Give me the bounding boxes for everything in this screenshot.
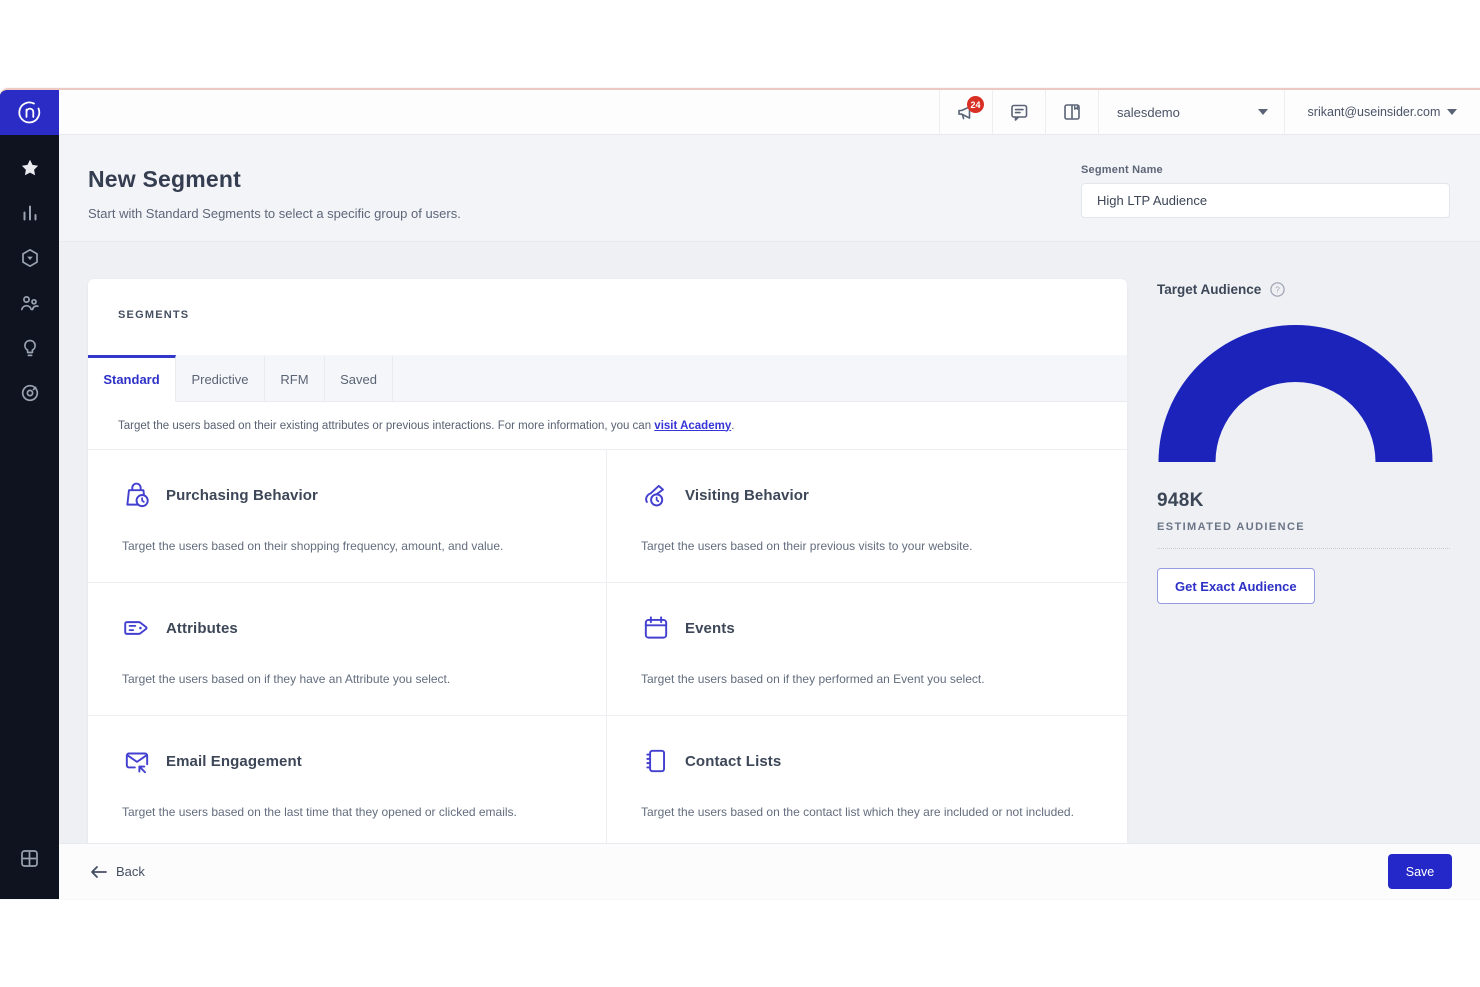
card-description: Target the users based on the contact li… bbox=[641, 802, 1093, 823]
audience-users-icon bbox=[19, 293, 40, 313]
card-description: Target the users based on if they have a… bbox=[122, 669, 572, 690]
card-title: Contact Lists bbox=[685, 753, 781, 770]
target-audience-section: Target Audience ? 948K ESTIMATED AUDIENC… bbox=[1157, 282, 1450, 604]
segments-panel-title: SEGMENTS bbox=[88, 279, 1127, 355]
contact-lists-icon bbox=[641, 746, 671, 776]
save-button[interactable]: Save bbox=[1388, 854, 1452, 889]
get-exact-audience-button[interactable]: Get Exact Audience bbox=[1157, 568, 1315, 604]
segments-tabs: Standard Predictive RFM Saved bbox=[88, 355, 1127, 402]
card-title: Attributes bbox=[166, 620, 238, 637]
ideas-lightbulb-icon bbox=[20, 338, 40, 358]
card-contact-lists[interactable]: Contact Lists Target the users based on … bbox=[607, 716, 1127, 843]
segments-panel: SEGMENTS Standard Predictive RFM Saved T… bbox=[88, 279, 1127, 843]
main-column: 24 salesdemo bbox=[59, 90, 1480, 899]
workspace-selector[interactable]: salesdemo bbox=[1098, 90, 1284, 134]
segment-name-group: Segment Name bbox=[1081, 164, 1450, 218]
segments-info-row: Target the users based on their existing… bbox=[88, 402, 1127, 450]
events-calendar-icon bbox=[641, 613, 671, 643]
card-description: Target the users based on their previous… bbox=[641, 536, 1093, 557]
purchasing-behavior-icon bbox=[122, 480, 152, 510]
announcements-button[interactable]: 24 bbox=[939, 90, 992, 134]
topbar: 24 salesdemo bbox=[59, 90, 1480, 135]
chat-icon bbox=[1008, 101, 1030, 123]
card-description: Target the users based on their shopping… bbox=[122, 536, 572, 557]
sidebar bbox=[0, 90, 59, 899]
tabs-filler bbox=[393, 355, 1127, 401]
analytics-bars-icon bbox=[20, 203, 40, 223]
insider-logo-icon bbox=[17, 100, 43, 126]
estimated-audience-value: 948K bbox=[1157, 490, 1450, 512]
sidebar-item-favorites[interactable] bbox=[12, 157, 48, 179]
sidebar-item-optimize[interactable] bbox=[12, 382, 48, 404]
visiting-behavior-icon bbox=[641, 480, 671, 510]
open-book-icon bbox=[1061, 101, 1083, 123]
card-events[interactable]: Events Target the users based on if they… bbox=[607, 583, 1127, 716]
sidebar-item-audience[interactable] bbox=[12, 292, 48, 314]
tab-predictive[interactable]: Predictive bbox=[176, 355, 265, 401]
chevron-down-icon bbox=[1258, 109, 1268, 115]
products-hexagon-icon bbox=[20, 248, 40, 268]
sidebar-item-products[interactable] bbox=[12, 247, 48, 269]
card-title: Purchasing Behavior bbox=[166, 487, 318, 504]
sidebar-item-analytics[interactable] bbox=[12, 202, 48, 224]
app-window: 24 salesdemo bbox=[0, 88, 1480, 899]
user-menu[interactable]: srikant@useinsider.com bbox=[1284, 90, 1480, 134]
help-icon[interactable]: ? bbox=[1270, 282, 1285, 297]
back-button[interactable]: Back bbox=[90, 864, 145, 879]
page-title: New Segment bbox=[88, 166, 241, 193]
card-description: Target the users based on the last time … bbox=[122, 802, 572, 823]
optimize-target-icon bbox=[20, 383, 40, 403]
apps-grid-icon bbox=[19, 848, 40, 869]
segments-info-text: Target the users based on their existing… bbox=[118, 420, 734, 432]
tab-standard[interactable]: Standard bbox=[88, 355, 176, 402]
page-subtitle: Start with Standard Segments to select a… bbox=[88, 206, 461, 221]
card-attributes[interactable]: Attributes Target the users based on if … bbox=[88, 583, 607, 716]
sidebar-nav bbox=[12, 157, 48, 404]
feedback-button[interactable] bbox=[992, 90, 1045, 134]
topbar-right: 24 salesdemo bbox=[939, 90, 1480, 134]
segment-cards-grid: Purchasing Behavior Target the users bas… bbox=[88, 450, 1127, 843]
card-email-engagement[interactable]: Email Engagement Target the users based … bbox=[88, 716, 607, 843]
content-area: New Segment Start with Standard Segments… bbox=[59, 135, 1480, 843]
card-description: Target the users based on if they perfor… bbox=[641, 669, 1093, 690]
tab-saved[interactable]: Saved bbox=[325, 355, 393, 401]
sidebar-item-ideas[interactable] bbox=[12, 337, 48, 359]
tab-rfm[interactable]: RFM bbox=[265, 355, 325, 401]
arrow-left-icon bbox=[90, 865, 107, 879]
user-email: srikant@useinsider.com bbox=[1308, 105, 1441, 119]
chevron-down-icon bbox=[1447, 109, 1457, 115]
insider-logo[interactable] bbox=[0, 90, 59, 135]
card-title: Events bbox=[685, 620, 735, 637]
audience-gauge bbox=[1157, 323, 1434, 462]
dotted-divider bbox=[1157, 548, 1450, 549]
estimated-audience-label: ESTIMATED AUDIENCE bbox=[1157, 521, 1450, 533]
card-purchasing-behavior[interactable]: Purchasing Behavior Target the users bas… bbox=[88, 450, 607, 583]
segment-name-input[interactable] bbox=[1081, 183, 1450, 218]
notification-badge: 24 bbox=[967, 96, 984, 113]
card-title: Visiting Behavior bbox=[685, 487, 809, 504]
attributes-tag-icon bbox=[122, 613, 152, 643]
email-engagement-icon bbox=[122, 746, 152, 776]
segment-name-label: Segment Name bbox=[1081, 164, 1450, 176]
target-audience-title: Target Audience bbox=[1157, 282, 1261, 297]
svg-text:?: ? bbox=[1275, 285, 1280, 295]
footer-bar: Back Save bbox=[59, 843, 1480, 899]
card-title: Email Engagement bbox=[166, 753, 302, 770]
star-icon bbox=[20, 158, 40, 178]
sidebar-item-apps[interactable] bbox=[12, 847, 48, 869]
workspace-name: salesdemo bbox=[1117, 105, 1180, 120]
card-visiting-behavior[interactable]: Visiting Behavior Target the users based… bbox=[607, 450, 1127, 583]
back-label: Back bbox=[116, 864, 145, 879]
resources-button[interactable] bbox=[1045, 90, 1098, 134]
visit-academy-link[interactable]: visit Academy bbox=[654, 420, 731, 432]
